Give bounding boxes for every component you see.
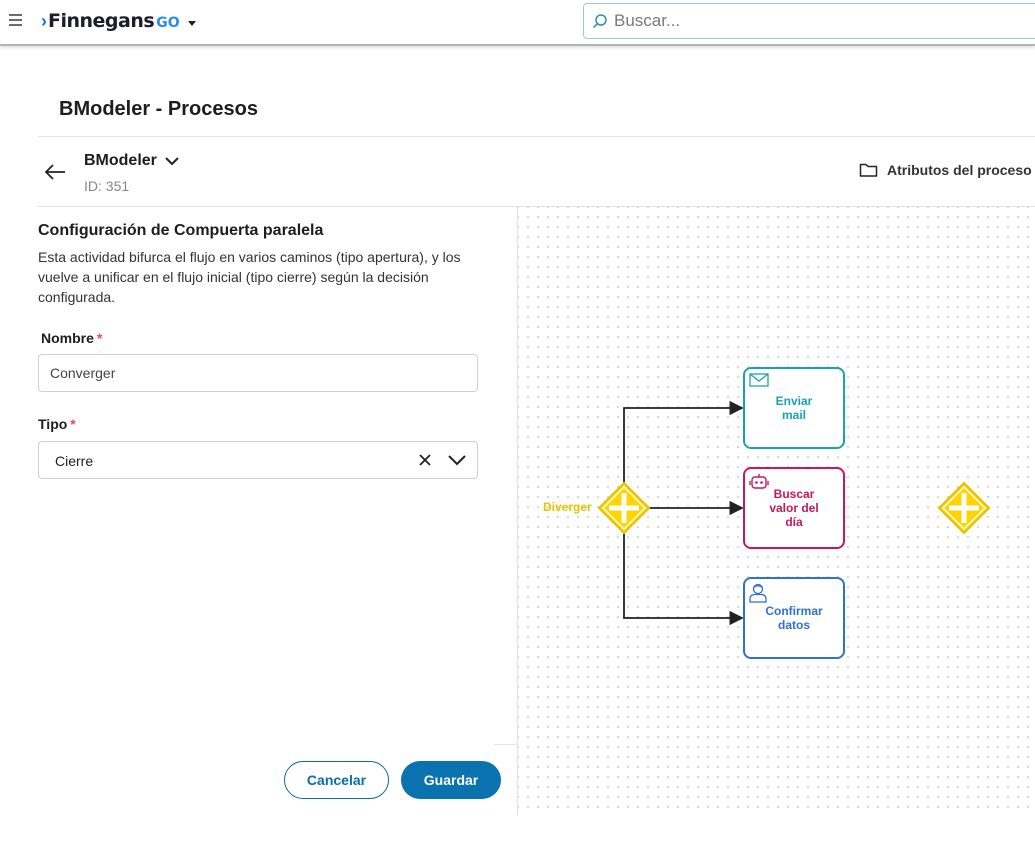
process-attributes-button[interactable]: Atributos del proceso <box>859 162 1032 178</box>
page-title: BModeler - Procesos <box>59 98 258 120</box>
sequence-flow[interactable] <box>623 400 744 483</box>
chevron-down-icon[interactable] <box>447 452 467 468</box>
config-title: Configuración de Compuerta paralela <box>38 222 324 239</box>
logo-chevron-icon: › <box>41 10 47 31</box>
brand-logo[interactable]: › Finnegans GO <box>41 9 196 33</box>
footer-divider <box>494 744 517 745</box>
save-button[interactable]: Guardar <box>401 761 501 799</box>
task-search-value[interactable]: Buscar valor del día <box>743 467 845 549</box>
divider <box>38 136 1035 137</box>
folder-icon <box>859 163 878 177</box>
robot-icon <box>749 474 769 489</box>
process-id: ID: 351 <box>84 178 130 194</box>
search-box[interactable] <box>583 3 1035 39</box>
name-field-label: Nombre * <box>41 330 102 346</box>
task-confirm-data[interactable]: Confirmar datos <box>743 577 845 659</box>
task-label: Confirmar datos <box>765 604 823 632</box>
search-icon <box>592 14 607 29</box>
task-label: Buscar valor del día <box>769 487 819 529</box>
chevron-down-icon <box>165 157 179 166</box>
config-description: Esta actividad bifurca el flujo en vario… <box>38 249 461 305</box>
type-select[interactable]: Cierre <box>38 441 478 479</box>
process-name: BModeler <box>84 152 157 169</box>
top-bar: › Finnegans GO <box>0 0 1035 46</box>
back-arrow-icon[interactable] <box>44 162 66 182</box>
parallel-gateway-diverge[interactable] <box>597 481 651 535</box>
process-attributes-label: Atributos del proceso <box>887 162 1032 178</box>
sequence-flow[interactable] <box>623 533 744 626</box>
type-field-label: Tipo * <box>38 416 76 432</box>
brand-dropdown-caret-icon[interactable] <box>187 20 196 26</box>
task-send-mail[interactable]: Enviar mail <box>743 367 845 449</box>
mail-icon <box>749 373 769 387</box>
type-label-text: Tipo <box>38 416 68 432</box>
type-select-value: Cierre <box>55 453 94 469</box>
required-mark: * <box>70 416 76 432</box>
search-input[interactable] <box>614 11 1014 31</box>
brand-name: Finnegans <box>48 10 155 32</box>
clear-selection-icon[interactable] <box>417 452 433 468</box>
cancel-button[interactable]: Cancelar <box>284 761 389 799</box>
gateway-label: Diverger <box>543 500 592 514</box>
task-label: Enviar mail <box>775 394 813 422</box>
required-mark: * <box>96 330 103 346</box>
hamburger-menu-icon[interactable] <box>9 14 22 26</box>
process-selector[interactable]: BModeler <box>84 152 180 170</box>
brand-suffix: GO <box>156 14 180 31</box>
name-input[interactable] <box>38 354 478 392</box>
name-label-text: Nombre <box>41 330 94 346</box>
diagram-canvas[interactable]: Diverger Enviar mail Buscar valor del dí… <box>518 207 1035 815</box>
parallel-gateway-converge[interactable] <box>937 481 991 535</box>
user-icon <box>749 583 767 603</box>
